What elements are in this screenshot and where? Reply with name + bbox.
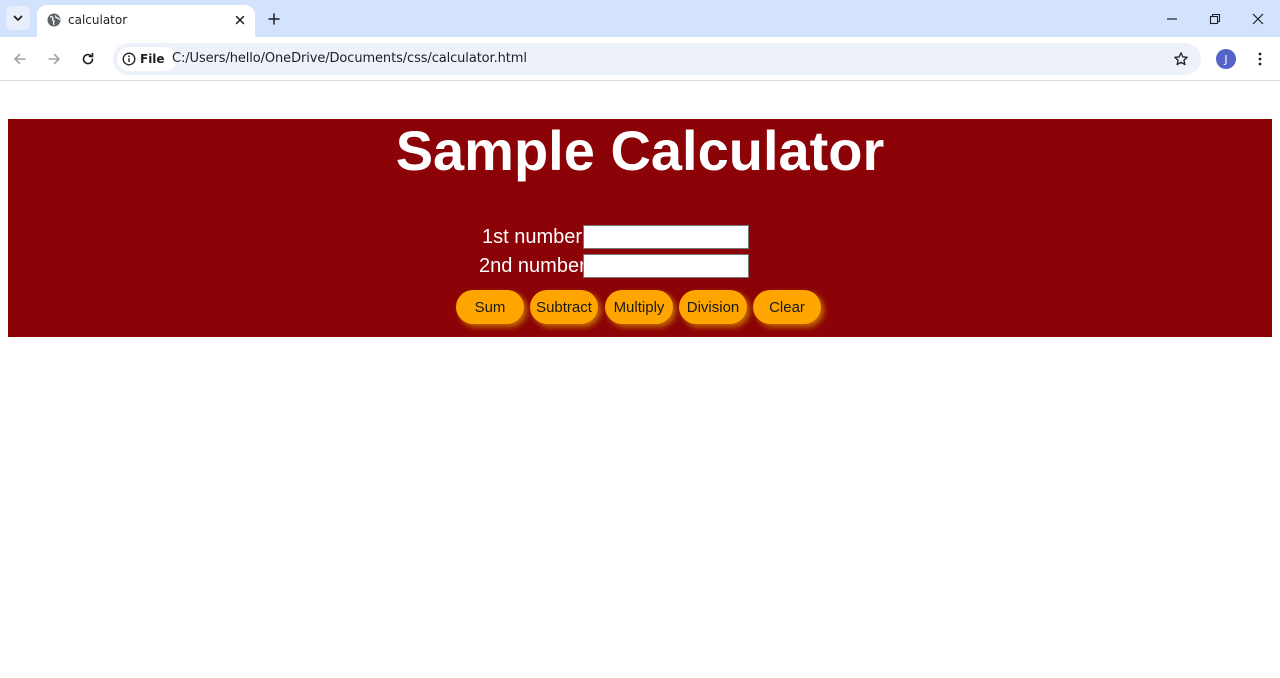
- first-number-input[interactable]: [583, 225, 749, 249]
- forward-button[interactable]: [42, 47, 66, 71]
- close-icon: [235, 15, 245, 25]
- profile-avatar[interactable]: J: [1216, 49, 1236, 69]
- calculator-panel: Sample Calculator 1st number 2nd number …: [8, 119, 1272, 337]
- page-title: Sample Calculator: [395, 119, 885, 182]
- more-vert-icon: [1258, 52, 1262, 66]
- first-number-label: 1st number: [482, 226, 583, 248]
- browser-toolbar: File C:/Users/hello/OneDrive/Documents/c…: [0, 37, 1280, 81]
- clear-button[interactable]: Clear: [753, 290, 821, 324]
- back-button[interactable]: [8, 47, 32, 71]
- reload-button[interactable]: [76, 47, 100, 71]
- division-button[interactable]: Division: [679, 290, 747, 324]
- first-number-row: 1st number: [482, 225, 582, 249]
- second-number-input[interactable]: [583, 254, 749, 278]
- back-arrow-icon: [14, 53, 26, 65]
- sum-button[interactable]: Sum: [456, 290, 524, 324]
- star-icon: [1174, 52, 1188, 66]
- site-chip-label: File: [140, 52, 165, 66]
- active-tab[interactable]: calculator: [37, 5, 255, 37]
- url-text[interactable]: C:/Users/hello/OneDrive/Documents/css/ca…: [172, 51, 527, 66]
- minimize-icon: [1167, 18, 1177, 20]
- subtract-button[interactable]: Subtract: [530, 290, 598, 324]
- minimize-button[interactable]: [1152, 4, 1192, 34]
- tab-title: calculator: [68, 13, 128, 27]
- tab-close-button[interactable]: [232, 12, 248, 28]
- new-tab-button[interactable]: [263, 8, 285, 30]
- browser-menu-button[interactable]: [1248, 47, 1272, 71]
- close-window-button[interactable]: [1238, 4, 1278, 34]
- globe-icon: [47, 13, 61, 27]
- info-icon: [122, 52, 136, 66]
- second-number-label: 2nd number: [479, 255, 586, 277]
- plus-icon: [268, 13, 280, 25]
- chevron-down-icon: [13, 15, 23, 21]
- forward-arrow-icon: [48, 53, 60, 65]
- restore-icon: [1209, 13, 1221, 25]
- tab-search-button[interactable]: [6, 6, 30, 30]
- address-bar[interactable]: File C:/Users/hello/OneDrive/Documents/c…: [113, 43, 1201, 75]
- second-number-row: 2nd number: [479, 254, 586, 278]
- multiply-button[interactable]: Multiply: [605, 290, 673, 324]
- tab-strip: calculator: [0, 0, 1280, 37]
- reload-icon: [82, 52, 94, 65]
- site-info-chip[interactable]: File: [117, 47, 177, 71]
- close-window-icon: [1252, 13, 1264, 25]
- bookmark-button[interactable]: [1169, 47, 1193, 71]
- restore-button[interactable]: [1195, 4, 1235, 34]
